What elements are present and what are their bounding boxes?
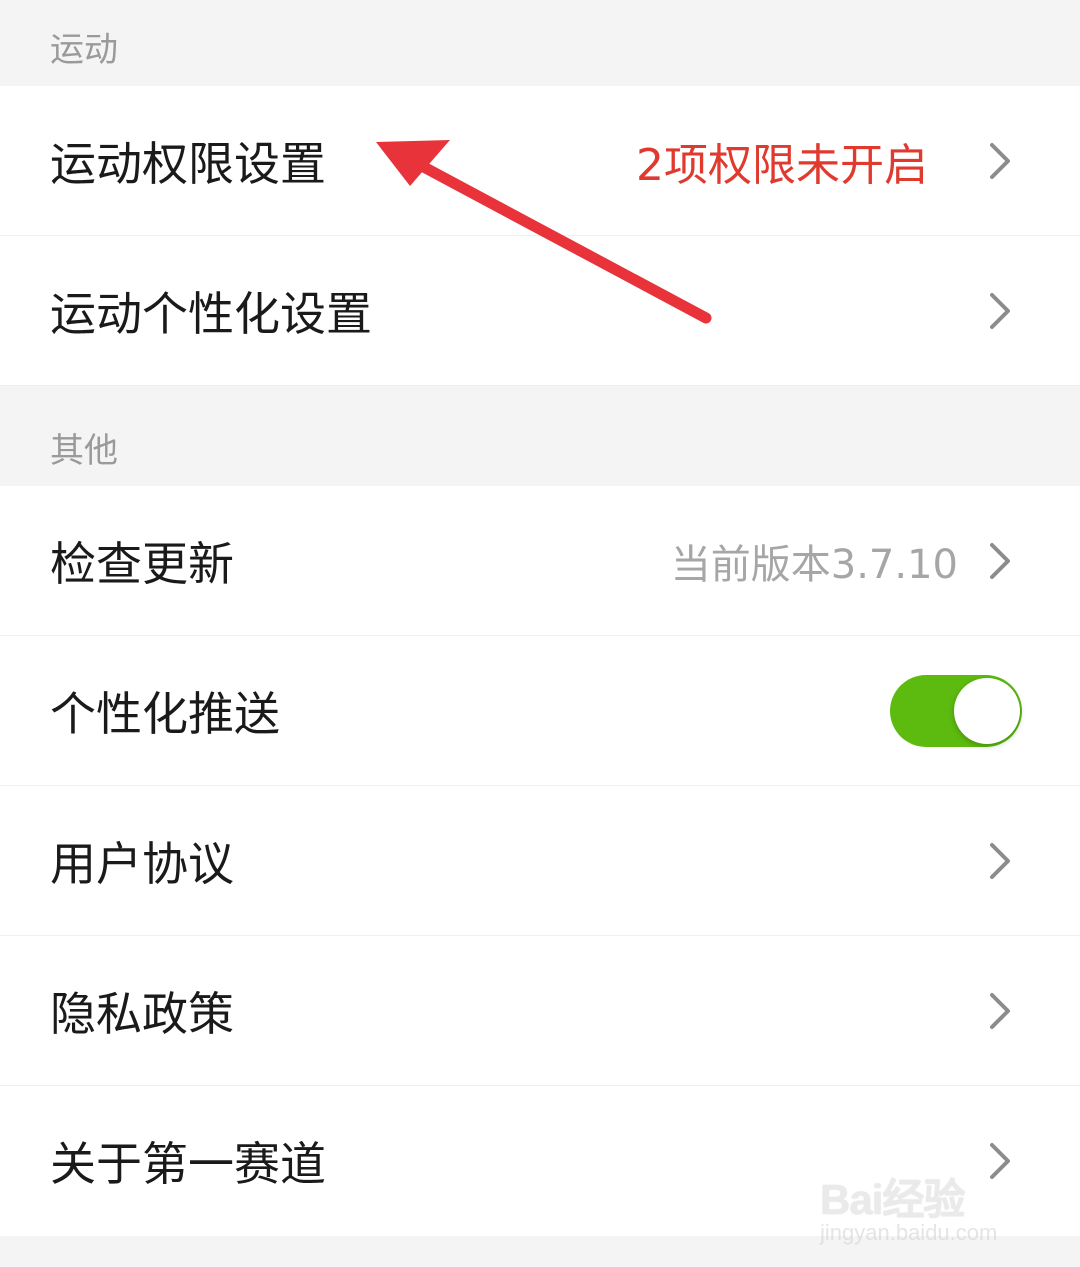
chevron-right-icon [990,542,1010,579]
personalized-push-toggle[interactable] [890,674,1022,747]
privacy-policy-row[interactable]: 隐私政策 [0,936,1080,1086]
current-version-text: 当前版本3.7.10 [670,541,958,588]
row-label: 用户协议 [50,836,234,891]
baidu-jingyan-watermark: Bai经验 jingyan.baidu.com [820,1148,1020,1248]
chevron-right-icon [990,842,1010,879]
chevron-right-icon [990,292,1010,329]
check-update-row[interactable]: 检查更新 当前版本3.7.10 [0,486,1080,636]
watermark-url: jingyan.baidu.com [820,1220,998,1245]
section-header-sport: 运动 [0,0,1080,86]
row-label: 运动权限设置 [50,136,326,191]
sport-permission-settings-row[interactable]: 运动权限设置 2项权限未开启 [0,86,1080,236]
row-label: 运动个性化设置 [50,286,372,341]
row-label: 个性化推送 [50,686,280,741]
personalized-push-row: 个性化推送 [0,636,1080,786]
row-label: 关于第一赛道 [50,1137,326,1191]
watermark-brand: Bai经验 [820,1176,965,1223]
chevron-right-icon [990,142,1010,179]
chevron-right-icon [990,992,1010,1029]
row-label: 检查更新 [50,536,234,591]
sport-personalization-settings-row[interactable]: 运动个性化设置 [0,236,1080,386]
toggle-knob [954,677,1020,744]
settings-page: 运动 运动权限设置 2项权限未开启 运动个性化设置 其他 检查更新 当前版本3.… [0,0,1080,1267]
section-header-other: 其他 [0,386,1080,486]
user-agreement-row[interactable]: 用户协议 [0,786,1080,936]
permission-warning-text: 2项权限未开启 [636,139,928,191]
row-label: 隐私政策 [50,986,234,1041]
